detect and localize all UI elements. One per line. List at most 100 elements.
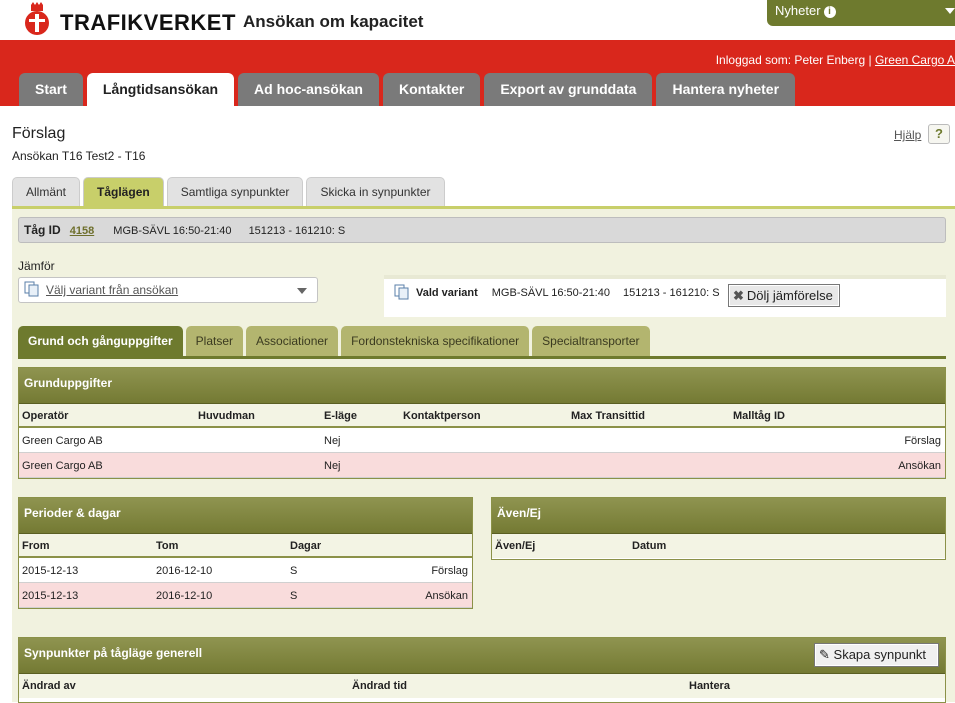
main-nav: Start Långtidsansökan Ad hoc-ansökan Kon… [19,73,796,106]
cell-type: Ansökan [898,460,941,472]
synpunkter-header: Synpunkter på tågläge generell ✎ Skapa s… [19,638,945,674]
perioder-title: Perioder & dagar [19,498,472,534]
selected-variant-box: Vald variant MGB-SÄVL 16:50-21:40 151213 -… [384,275,946,317]
variant-period: 151213 - 161210: S [622,287,720,299]
top-bar: TRAFIKVERKET Ansökan om kapacitet Nyhete… [0,0,955,42]
train-id-label: Tåg ID [24,223,61,237]
page-subtitle: Ansökan T16 Test2 - T16 [12,149,146,163]
subtab-skicka-in-synpunkter[interactable]: Skicka in synpunkter [306,177,445,206]
aven-ej-header-row: Även/Ej Datum [492,534,945,558]
table-row: Green Cargo AB Nej Ansökan [19,453,945,478]
tab-specialtransporter[interactable]: Specialtransporter [532,326,650,356]
documents-icon [24,281,39,297]
chevron-down-icon [945,8,955,14]
close-icon: ✖ [733,288,744,303]
cell-dagar: S [290,565,298,577]
cell-type: Förslag [904,435,941,447]
tab-ad-hoc-ansokan[interactable]: Ad hoc-ansökan [238,73,379,106]
login-info: Inloggad som: Peter Enberg | Green Cargo… [716,53,955,67]
tab-fordonstekniska[interactable]: Fordonstekniska specifikationer [341,326,530,356]
table-row: 2015-12-13 2016-12-10 S Ansökan [19,583,472,608]
train-period: 151213 - 161210: S [248,225,346,237]
login-company-link[interactable]: Green Cargo A [875,53,955,67]
help-icon[interactable]: ? [928,124,950,144]
compare-label: Jämför [18,259,55,273]
variant-select[interactable]: Välj variant från ansökan [18,277,318,303]
section-tabs: Grund och gånguppgifter Platser Associat… [18,326,650,356]
synpunkter-title: Synpunkter på tågläge generell [24,646,203,660]
col-hantera: Hantera [689,680,730,692]
col-from: From [22,540,50,552]
train-route: MGB-SÄVL 16:50-21:40 [113,225,232,237]
subtab-samtliga-synpunkter[interactable]: Samtliga synpunkter [166,177,304,206]
synpunkter-header-row: Ändrad av Ändrad tid Hantera [19,674,945,698]
cell-type: Ansökan [425,590,468,602]
col-huvudman: Huvudman [198,410,255,422]
tab-start[interactable]: Start [19,73,83,106]
col-aven-ej: Även/Ej [495,540,536,552]
trafikverket-crown-logo [25,2,49,35]
col-datum: Datum [632,540,667,552]
grunduppgifter-title: Grunduppgifter [19,368,945,404]
table-row: 2015-12-13 2016-12-10 S Förslag [19,558,472,583]
sub-tabs: Allmänt Tåglägen Samtliga synpunkter Ski… [12,177,445,206]
col-operator: Operatör [22,410,69,422]
aven-ej-title: Även/Ej [492,498,945,534]
cell-tom: 2016-12-10 [156,565,213,577]
cell-tom: 2016-12-10 [156,590,213,602]
table-row: Green Cargo AB Nej Förslag [19,428,945,453]
section-tabs-underline [18,356,946,359]
grunduppgifter-header-row: Operatör Huvudman E-läge Kontaktperson M… [19,404,945,428]
col-dagar: Dagar [290,540,322,552]
col-elage: E-läge [324,410,358,422]
tab-hantera-nyheter[interactable]: Hantera nyheter [656,73,796,106]
documents-icon [394,284,409,300]
tab-associationer[interactable]: Associationer [246,326,339,356]
train-info-bar: Tåg ID 4158 MGB-SÄVL 16:50-21:40 151213 … [18,217,946,243]
tab-grund-ganguppgifter[interactable]: Grund och gånguppgifter [18,326,183,356]
create-comment-label: Skapa synpunkt [833,647,927,662]
cell-from: 2015-12-13 [22,565,79,577]
train-id-link[interactable]: 4158 [70,225,94,237]
hide-comparison-button[interactable]: ✖ Dölj jämförelse [728,284,840,307]
subtab-taglagen[interactable]: Tåglägen [83,177,164,206]
col-andrad-tid: Ändrad tid [352,680,407,692]
cell-elage: Nej [324,460,341,472]
page-title: Förslag [12,125,66,142]
variant-label: Vald variant [416,287,478,299]
app-title: Ansökan om kapacitet [243,12,424,31]
hide-comparison-label: Dölj jämförelse [746,288,833,303]
grunduppgifter-box: Grunduppgifter Operatör Huvudman E-läge … [18,367,946,479]
variant-route: MGB-SÄVL 16:50-21:40 [491,287,610,299]
synpunkter-box: Synpunkter på tågläge generell ✎ Skapa s… [18,637,946,703]
aven-ej-box: Även/Ej Även/Ej Datum [491,497,946,560]
login-user: Inloggad som: Peter Enberg | [715,53,872,67]
col-tom: Tom [156,540,179,552]
help-link[interactable]: Hjälp [894,128,921,142]
cell-from: 2015-12-13 [22,590,79,602]
perioder-header-row: From Tom Dagar [19,534,472,558]
brand-name: TRAFIKVERKET [60,10,236,35]
tab-kontakter[interactable]: Kontakter [382,73,481,106]
variant-select-text[interactable]: Välj variant från ansökan [46,283,178,297]
chevron-down-icon [297,288,307,294]
perioder-box: Perioder & dagar From Tom Dagar 2015-12-… [18,497,473,609]
cell-operator: Green Cargo AB [22,435,103,447]
col-max-transittid: Max Transittid [571,410,645,422]
create-comment-button[interactable]: ✎ Skapa synpunkt [814,643,939,667]
taglage-panel: Tåg ID 4158 MGB-SÄVL 16:50-21:40 151213 … [12,206,955,703]
news-label: Nyheter [775,3,821,18]
tab-platser[interactable]: Platser [185,326,244,356]
cell-operator: Green Cargo AB [22,460,103,472]
news-dropdown[interactable]: Nyheter i [767,0,955,26]
col-malltag-id: Malltåg ID [733,410,785,422]
info-icon: i [823,6,836,18]
tab-export-grunddata[interactable]: Export av grunddata [484,73,653,106]
col-kontaktperson: Kontaktperson [403,410,481,422]
tab-langtidsansokan[interactable]: Långtidsansökan [86,73,235,106]
col-andrad-av: Ändrad av [22,680,76,692]
main-content: Förslag Ansökan T16 Test2 - T16 Hjälp ? … [0,106,955,703]
pencil-icon: ✎ [819,647,830,662]
cell-elage: Nej [324,435,341,447]
subtab-allmant[interactable]: Allmänt [12,177,81,206]
